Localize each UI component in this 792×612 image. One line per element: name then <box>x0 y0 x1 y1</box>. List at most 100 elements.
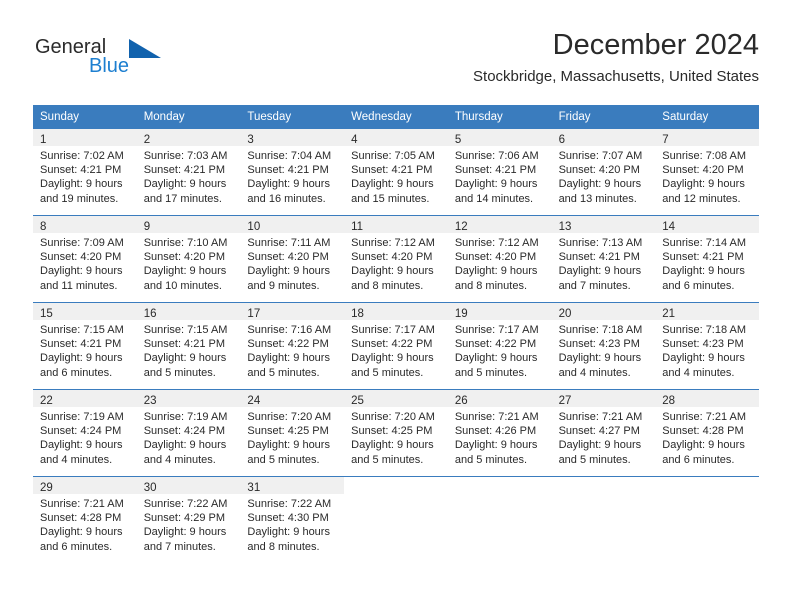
day-detail-line: Daylight: 9 hours <box>351 439 434 452</box>
day-detail-line: Sunrise: 7:20 AM <box>351 411 435 423</box>
day-cell[interactable]: 14 Sunrise: 7:14 AM Sunset: 4:21 PM Dayligh… <box>655 216 759 302</box>
day-number-band: 8 <box>33 216 137 233</box>
day-cell[interactable]: 21 Sunrise: 7:18 AM Sunset: 4:23 PM Dayligh… <box>655 303 759 389</box>
day-cell[interactable]: 18 Sunrise: 7:17 AM Sunset: 4:22 PM Dayligh… <box>344 303 448 389</box>
day-number: 9 <box>143 221 151 233</box>
day-cell[interactable]: 4 Sunrise: 7:05 AM Sunset: 4:21 PM Daylight… <box>344 129 448 215</box>
day-number: 10 <box>247 221 261 233</box>
day-cell[interactable]: 7 Sunrise: 7:08 AM Sunset: 4:20 PM Daylight… <box>655 129 759 215</box>
day-detail-line: Daylight: 9 hours <box>662 178 745 191</box>
day-detail-line: Sunset: 4:23 PM <box>558 338 640 351</box>
day-cell-empty <box>655 477 759 563</box>
day-details: Sunrise: 7:22 AM Sunset: 4:29 PM Daylight:… <box>137 494 241 554</box>
day-cell[interactable]: 3 Sunrise: 7:04 AM Sunset: 4:21 PM Daylight… <box>240 129 345 215</box>
day-cell[interactable]: 29 Sunrise: 7:21 AM Sunset: 4:28 PM Dayligh… <box>33 477 137 563</box>
day-detail-line: Sunset: 4:25 PM <box>351 425 433 438</box>
day-detail-line: Sunset: 4:28 PM <box>662 425 744 438</box>
day-cell[interactable]: 12 Sunrise: 7:12 AM Sunset: 4:20 PM Dayligh… <box>447 216 552 302</box>
day-detail-line: Sunset: 4:21 PM <box>40 164 122 177</box>
day-details: Sunrise: 7:05 AM Sunset: 4:21 PM Daylight:… <box>344 146 448 206</box>
weekday-header-friday: Friday <box>558 111 591 123</box>
day-number: 21 <box>662 308 676 320</box>
day-cell[interactable]: 31 Sunrise: 7:22 AM Sunset: 4:30 PM Dayligh… <box>240 477 345 563</box>
day-cell[interactable]: 25 Sunrise: 7:20 AM Sunset: 4:25 PM Dayligh… <box>344 390 448 476</box>
day-number-band: 10 <box>240 216 345 233</box>
day-detail-line: and 10 minutes. <box>143 279 222 292</box>
day-detail-line: and 4 minutes. <box>662 366 735 379</box>
day-cell-empty <box>552 477 656 563</box>
day-number-band: 13 <box>551 216 656 233</box>
day-cell[interactable]: 15 Sunrise: 7:15 AM Sunset: 4:21 PM Dayligh… <box>33 303 137 389</box>
day-cell[interactable]: 2 Sunrise: 7:03 AM Sunset: 4:21 PM Daylight… <box>136 129 241 215</box>
day-details: Sunrise: 7:17 AM Sunset: 4:22 PM Daylight:… <box>344 320 448 380</box>
day-detail-line: Sunset: 4:20 PM <box>558 164 640 177</box>
weekday-header-monday: Monday <box>143 111 185 123</box>
day-cell[interactable]: 19 Sunrise: 7:17 AM Sunset: 4:22 PM Dayligh… <box>447 303 552 389</box>
day-cell[interactable]: 13 Sunrise: 7:13 AM Sunset: 4:21 PM Dayligh… <box>551 216 656 302</box>
day-details <box>448 494 552 497</box>
day-details <box>655 494 759 497</box>
day-detail-line: and 4 minutes. <box>40 453 113 466</box>
day-cell[interactable]: 20 Sunrise: 7:18 AM Sunset: 4:23 PM Dayligh… <box>551 303 656 389</box>
day-detail-line: Sunset: 4:30 PM <box>247 512 329 525</box>
day-number-band <box>552 477 656 494</box>
day-details: Sunrise: 7:10 AM Sunset: 4:20 PM Daylight:… <box>137 233 241 293</box>
day-cell[interactable]: 8 Sunrise: 7:09 AM Sunset: 4:20 PM Daylight… <box>33 216 137 302</box>
day-detail-line: Sunrise: 7:21 AM <box>558 411 643 423</box>
day-number-band: 21 <box>655 303 759 320</box>
day-details: Sunrise: 7:18 AM Sunset: 4:23 PM Daylight:… <box>655 320 759 380</box>
day-detail-line: and 5 minutes. <box>247 453 320 466</box>
day-cell[interactable]: 10 Sunrise: 7:11 AM Sunset: 4:20 PM Dayligh… <box>240 216 345 302</box>
day-cell[interactable]: 26 Sunrise: 7:21 AM Sunset: 4:26 PM Dayligh… <box>447 390 552 476</box>
day-detail-line: and 8 minutes. <box>351 279 424 292</box>
day-details: Sunrise: 7:02 AM Sunset: 4:21 PM Daylight:… <box>33 146 137 206</box>
day-cell[interactable]: 5 Sunrise: 7:06 AM Sunset: 4:21 PM Daylight… <box>447 129 552 215</box>
day-cell[interactable]: 23 Sunrise: 7:19 AM Sunset: 4:24 PM Dayligh… <box>136 390 241 476</box>
day-detail-line: Sunrise: 7:21 AM <box>662 411 747 423</box>
page-title: December 2024 <box>552 29 759 61</box>
day-detail-line: Sunset: 4:21 PM <box>558 251 640 264</box>
day-detail-line: Daylight: 9 hours <box>558 439 642 452</box>
day-detail-line: Sunrise: 7:17 AM <box>454 324 539 336</box>
day-cell[interactable]: 22 Sunrise: 7:19 AM Sunset: 4:24 PM Dayligh… <box>33 390 137 476</box>
day-number: 24 <box>247 395 261 407</box>
day-detail-line: and 12 minutes. <box>662 192 741 205</box>
day-details: Sunrise: 7:21 AM Sunset: 4:27 PM Daylight:… <box>552 407 656 467</box>
day-detail-line: Sunset: 4:23 PM <box>662 338 744 351</box>
day-cell[interactable]: 17 Sunrise: 7:16 AM Sunset: 4:22 PM Dayligh… <box>240 303 345 389</box>
day-cell[interactable]: 1 Sunrise: 7:02 AM Sunset: 4:21 PM Daylight… <box>33 129 137 215</box>
day-detail-line: Daylight: 9 hours <box>454 439 538 452</box>
day-detail-line: Sunrise: 7:14 AM <box>662 237 747 249</box>
day-number: 5 <box>454 134 462 146</box>
day-cell[interactable]: 11 Sunrise: 7:12 AM Sunset: 4:20 PM Dayligh… <box>344 216 448 302</box>
day-number: 26 <box>454 395 468 407</box>
day-number-band <box>655 477 759 494</box>
day-number: 17 <box>247 308 261 320</box>
day-number: 20 <box>558 308 572 320</box>
day-cell[interactable]: 6 Sunrise: 7:07 AM Sunset: 4:20 PM Daylight… <box>551 129 656 215</box>
day-detail-line: Daylight: 9 hours <box>143 265 227 278</box>
day-cell[interactable]: 27 Sunrise: 7:21 AM Sunset: 4:27 PM Dayligh… <box>551 390 656 476</box>
day-detail-line: Sunset: 4:21 PM <box>662 251 744 264</box>
day-cell[interactable]: 24 Sunrise: 7:20 AM Sunset: 4:25 PM Dayligh… <box>240 390 345 476</box>
day-detail-line: Sunrise: 7:15 AM <box>40 324 124 336</box>
day-cell[interactable]: 30 Sunrise: 7:22 AM Sunset: 4:29 PM Dayligh… <box>136 477 241 563</box>
day-detail-line: and 5 minutes. <box>351 453 424 466</box>
day-number-band: 29 <box>33 477 137 494</box>
day-detail-line: and 19 minutes. <box>40 192 119 205</box>
day-detail-line: Sunrise: 7:22 AM <box>143 498 228 510</box>
day-cell[interactable]: 16 Sunrise: 7:15 AM Sunset: 4:21 PM Dayligh… <box>136 303 241 389</box>
day-detail-line: Sunset: 4:20 PM <box>454 251 537 264</box>
day-number-band <box>344 477 448 494</box>
brand-logo[interactable]: General Blue <box>33 36 183 88</box>
day-cell[interactable]: 9 Sunrise: 7:10 AM Sunset: 4:20 PM Daylight… <box>136 216 241 302</box>
day-detail-line: Daylight: 9 hours <box>143 526 227 539</box>
day-details: Sunrise: 7:06 AM Sunset: 4:21 PM Daylight:… <box>448 146 552 206</box>
day-cell[interactable]: 28 Sunrise: 7:21 AM Sunset: 4:28 PM Dayligh… <box>655 390 759 476</box>
day-number-band: 2 <box>136 129 241 146</box>
day-number-band: 5 <box>447 129 552 146</box>
day-detail-line: Daylight: 9 hours <box>40 352 123 365</box>
day-detail-line: and 14 minutes. <box>454 192 534 205</box>
day-detail-line: Sunrise: 7:10 AM <box>143 237 228 249</box>
day-details: Sunrise: 7:07 AM Sunset: 4:20 PM Daylight:… <box>552 146 656 206</box>
